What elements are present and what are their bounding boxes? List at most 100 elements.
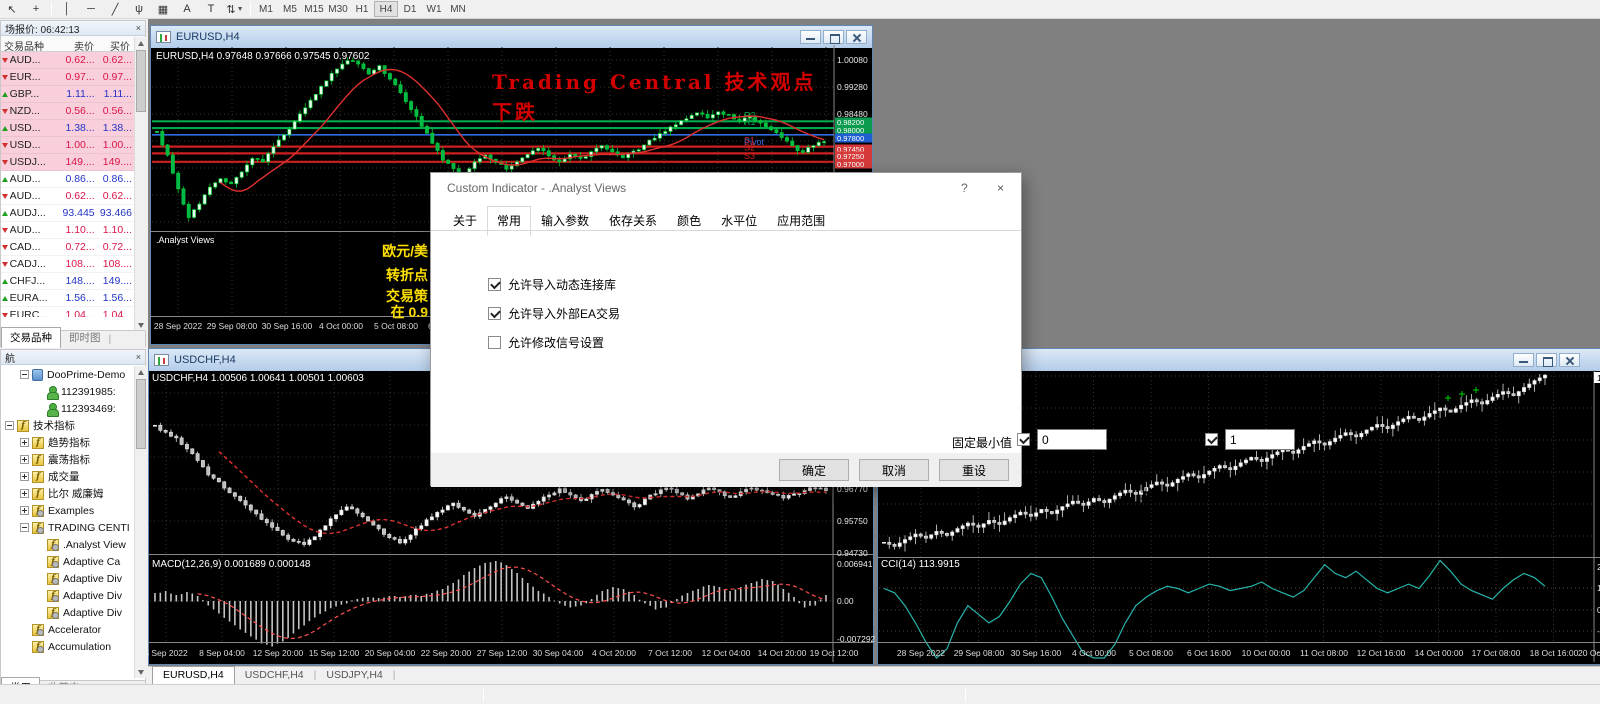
window-eurusd-titlebar[interactable]: EURUSD,H4 <box>151 26 872 48</box>
market-watch-scrollbar[interactable] <box>134 37 146 331</box>
tree-item[interactable]: fTRADING CENTI <box>1 519 134 536</box>
tree-item[interactable]: fAccumulation <box>1 638 134 655</box>
scrollbar-thumb[interactable] <box>136 379 146 449</box>
crosshair-tool-icon[interactable]: + <box>24 1 48 18</box>
timeframe-w1[interactable]: W1 <box>422 1 446 17</box>
close-icon[interactable]: × <box>136 352 141 362</box>
market-watch-tab[interactable]: 交易品种 <box>1 327 61 348</box>
fixed-min-checkbox[interactable] <box>1017 433 1030 446</box>
help-icon[interactable]: ? <box>961 181 968 195</box>
checkbox[interactable] <box>488 278 501 291</box>
expand-icon[interactable] <box>20 472 29 481</box>
quote-row[interactable]: AUD...1.10...1.10... <box>1 222 134 239</box>
tree-item[interactable]: fAccelerator <box>1 621 134 638</box>
tree-item[interactable]: f震荡指标 <box>1 451 134 468</box>
tree-item[interactable]: f成交量 <box>1 468 134 485</box>
dialog-tab[interactable]: 依存关系 <box>599 206 667 236</box>
quote-row[interactable]: USDJ...149....149.... <box>1 154 134 171</box>
quote-row[interactable]: AUD...0.62...0.62... <box>1 52 134 69</box>
checkbox[interactable] <box>488 307 501 320</box>
tree-item[interactable]: f技术指标 <box>1 417 134 434</box>
scroll-down-icon[interactable] <box>135 666 147 678</box>
tree-item[interactable]: f比尔 威廉姆 <box>1 485 134 502</box>
chart-tab[interactable]: USDCHF,H4 <box>235 667 314 684</box>
arrows-tool-icon[interactable]: ⇅▼ <box>223 1 247 18</box>
fixed-max-input[interactable] <box>1225 429 1295 450</box>
quote-row[interactable]: CADJ...108....108.... <box>1 256 134 273</box>
timeframe-m1[interactable]: M1 <box>254 1 278 17</box>
scroll-up-icon[interactable] <box>135 37 147 49</box>
quote-row[interactable]: EUR...0.97...0.97... <box>1 69 134 86</box>
fibonacci-grid-tool-icon[interactable]: ▦ <box>151 1 175 18</box>
close-icon[interactable] <box>846 30 867 44</box>
quote-row[interactable]: GBP...1.11...1.11... <box>1 86 134 103</box>
minimize-icon[interactable] <box>1513 353 1534 367</box>
trendline-tool-icon[interactable]: ╱ <box>103 1 127 18</box>
dialog-tab[interactable]: 水平位 <box>711 206 767 236</box>
reset-button[interactable]: 重设 <box>939 459 1009 481</box>
chart-tab[interactable]: EURUSD,H4 <box>152 666 235 684</box>
text-label-tool-icon[interactable]: T <box>199 1 223 18</box>
cancel-button[interactable]: 取消 <box>859 459 929 481</box>
quote-row[interactable]: NZD...0.56...0.56... <box>1 103 134 120</box>
expand-icon[interactable] <box>20 489 29 498</box>
tree-item[interactable]: 112393469: <box>1 400 134 417</box>
ok-button[interactable]: 确定 <box>779 459 849 481</box>
vertical-line-tool-icon[interactable]: │ <box>55 1 79 18</box>
timeframe-m15[interactable]: M15 <box>302 1 326 17</box>
collapse-icon[interactable] <box>5 421 14 430</box>
tree-item[interactable]: fAdaptive Div <box>1 570 134 587</box>
timeframe-m5[interactable]: M5 <box>278 1 302 17</box>
expand-icon[interactable] <box>20 455 29 464</box>
collapse-icon[interactable] <box>20 523 29 532</box>
text-tool-icon[interactable]: A <box>175 1 199 18</box>
close-icon[interactable]: × <box>997 181 1004 195</box>
restore-icon[interactable] <box>1536 353 1557 367</box>
dialog-tab[interactable]: 应用范围 <box>767 206 835 236</box>
tree-item[interactable]: fAdaptive Div <box>1 604 134 621</box>
quote-row[interactable]: CHFJ...148....149.... <box>1 273 134 290</box>
horizontal-line-tool-icon[interactable]: ─ <box>79 1 103 18</box>
timeframe-h1[interactable]: H1 <box>350 1 374 17</box>
scroll-up-icon[interactable] <box>135 366 147 378</box>
collapse-icon[interactable] <box>20 370 29 379</box>
dialog-tab[interactable]: 颜色 <box>667 206 711 236</box>
expand-icon[interactable] <box>20 438 29 447</box>
tree-item[interactable]: fAdaptive Div <box>1 587 134 604</box>
quote-row[interactable]: AUD...0.62...0.62... <box>1 188 134 205</box>
quote-row[interactable]: USD...1.38...1.38... <box>1 120 134 137</box>
checkbox[interactable] <box>488 336 501 349</box>
quote-row[interactable]: EURA...1.56...1.56... <box>1 290 134 307</box>
timeframe-m30[interactable]: M30 <box>326 1 350 17</box>
tree-item[interactable]: 112391985: <box>1 383 134 400</box>
tree-item[interactable]: f.Analyst View <box>1 536 134 553</box>
minimize-icon[interactable] <box>800 30 821 44</box>
tree-item[interactable]: DooPrime-Demo <box>1 366 134 383</box>
restore-icon[interactable] <box>823 30 844 44</box>
quote-row[interactable]: AUDJ...93.44593.466 <box>1 205 134 222</box>
dialog-tab[interactable]: 常用 <box>487 206 531 236</box>
market-watch-tab[interactable]: 即时图 <box>61 328 109 348</box>
tree-item[interactable]: fAdaptive Ca <box>1 553 134 570</box>
close-icon[interactable] <box>1559 353 1580 367</box>
cursor-tool-icon[interactable]: ↖ <box>0 1 24 18</box>
scrollbar-thumb[interactable] <box>136 50 146 112</box>
column-symbol[interactable]: 交易品种 <box>1 36 59 51</box>
tree-item[interactable]: fExamples <box>1 502 134 519</box>
dialog-tab[interactable]: 输入参数 <box>531 206 599 236</box>
close-icon[interactable]: × <box>136 23 141 33</box>
timeframe-h4[interactable]: H4 <box>374 1 398 17</box>
fixed-max-checkbox[interactable] <box>1205 433 1218 446</box>
timeframe-d1[interactable]: D1 <box>398 1 422 17</box>
quote-row[interactable]: EURC...1.04...1.04... <box>1 307 134 317</box>
expand-icon[interactable] <box>20 506 29 515</box>
fixed-min-input[interactable] <box>1037 429 1107 450</box>
quote-row[interactable]: AUD...0.86...0.86... <box>1 171 134 188</box>
tree-item[interactable]: f趋势指标 <box>1 434 134 451</box>
column-bid[interactable]: 卖价 <box>59 36 97 51</box>
quote-row[interactable]: CAD...0.72...0.72... <box>1 239 134 256</box>
timeframe-mn[interactable]: MN <box>446 1 470 17</box>
dialog-tab[interactable]: 关于 <box>443 206 487 236</box>
chart-tab[interactable]: USDJPY,H4 <box>316 667 392 684</box>
navigator-scrollbar[interactable] <box>134 366 146 678</box>
